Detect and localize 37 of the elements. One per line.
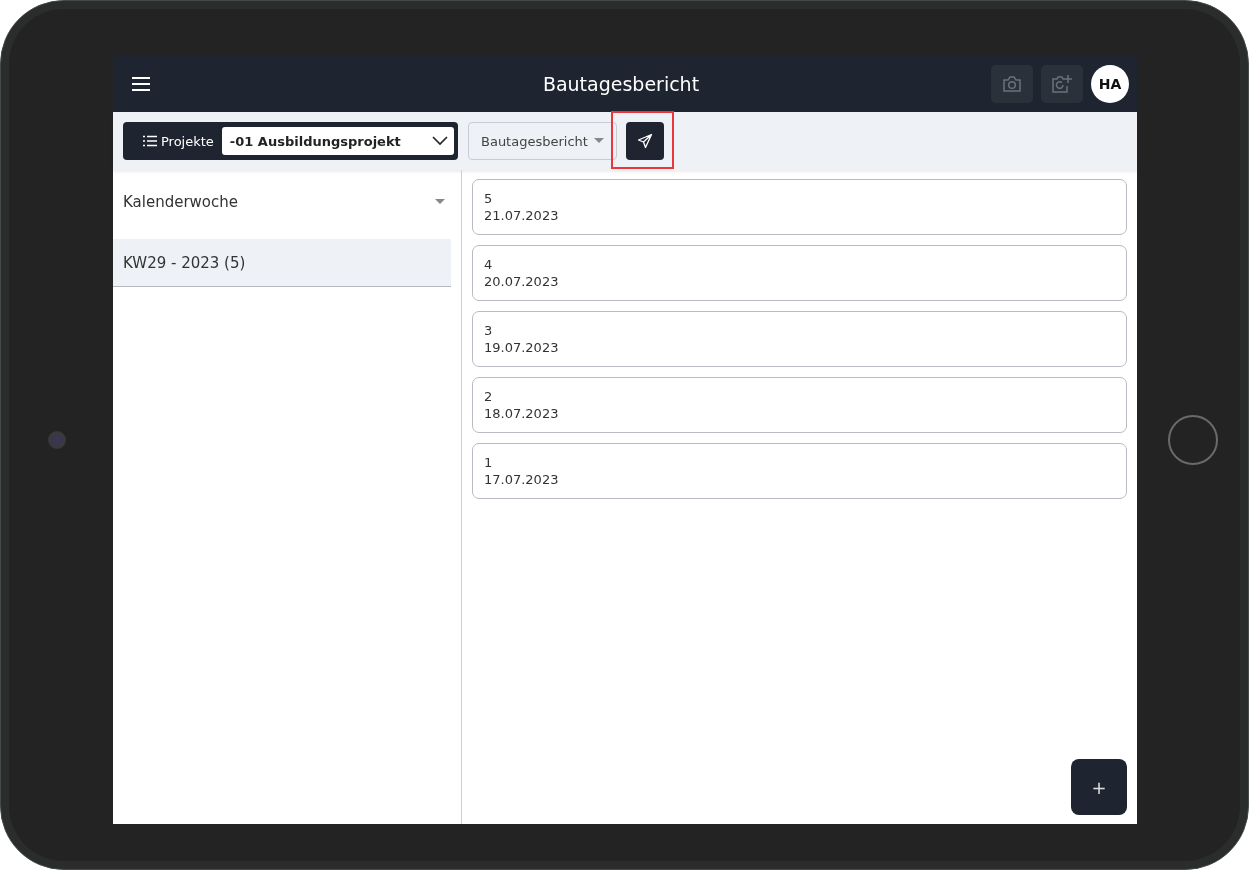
report-card[interactable]: 2 18.07.2023 [472, 377, 1127, 433]
caret-icon [435, 199, 445, 205]
menu-button[interactable] [131, 75, 151, 92]
report-number: 5 [484, 190, 494, 207]
report-number: 2 [484, 388, 494, 405]
add-photo-button[interactable] [1041, 64, 1083, 103]
report-number: 3 [484, 322, 494, 339]
user-avatar[interactable]: HA [1091, 64, 1129, 103]
paper-plane-icon [636, 133, 653, 149]
report-type-dropdown[interactable]: Bautagesbericht [468, 122, 617, 160]
projects-button[interactable]: Projekte [123, 122, 222, 160]
camera-icon [48, 430, 66, 449]
camera-plus-icon [1051, 73, 1073, 94]
report-date: 19.07.2023 [484, 339, 560, 356]
list-icon [143, 135, 157, 147]
add-button[interactable]: + [1071, 759, 1127, 815]
report-card[interactable]: 1 17.07.2023 [472, 443, 1127, 499]
report-date: 20.07.2023 [484, 273, 560, 290]
week-item[interactable]: KW29 - 2023 (5) [113, 239, 451, 287]
report-date: 18.07.2023 [484, 405, 560, 422]
page-title: Bautagesbericht [541, 72, 701, 95]
camera-icon [1002, 75, 1022, 92]
caret-icon [593, 138, 604, 144]
chevron-down-icon [432, 136, 448, 146]
send-button[interactable] [625, 122, 664, 160]
report-card[interactable]: 4 20.07.2023 [472, 245, 1127, 301]
report-card[interactable]: 3 19.07.2023 [472, 311, 1127, 367]
report-number: 1 [484, 454, 494, 471]
menu-icon [131, 75, 151, 92]
week-filter-dropdown[interactable]: Kalenderwoche [123, 180, 451, 224]
report-date: 21.07.2023 [484, 207, 560, 224]
home-button[interactable] [1167, 414, 1218, 465]
camera-button[interactable] [991, 64, 1033, 103]
report-card[interactable]: 5 21.07.2023 [472, 179, 1127, 235]
project-dropdown[interactable]: -01 Ausbildungsprojekt [221, 127, 454, 155]
report-number: 4 [484, 256, 494, 273]
report-date: 17.07.2023 [484, 471, 560, 488]
